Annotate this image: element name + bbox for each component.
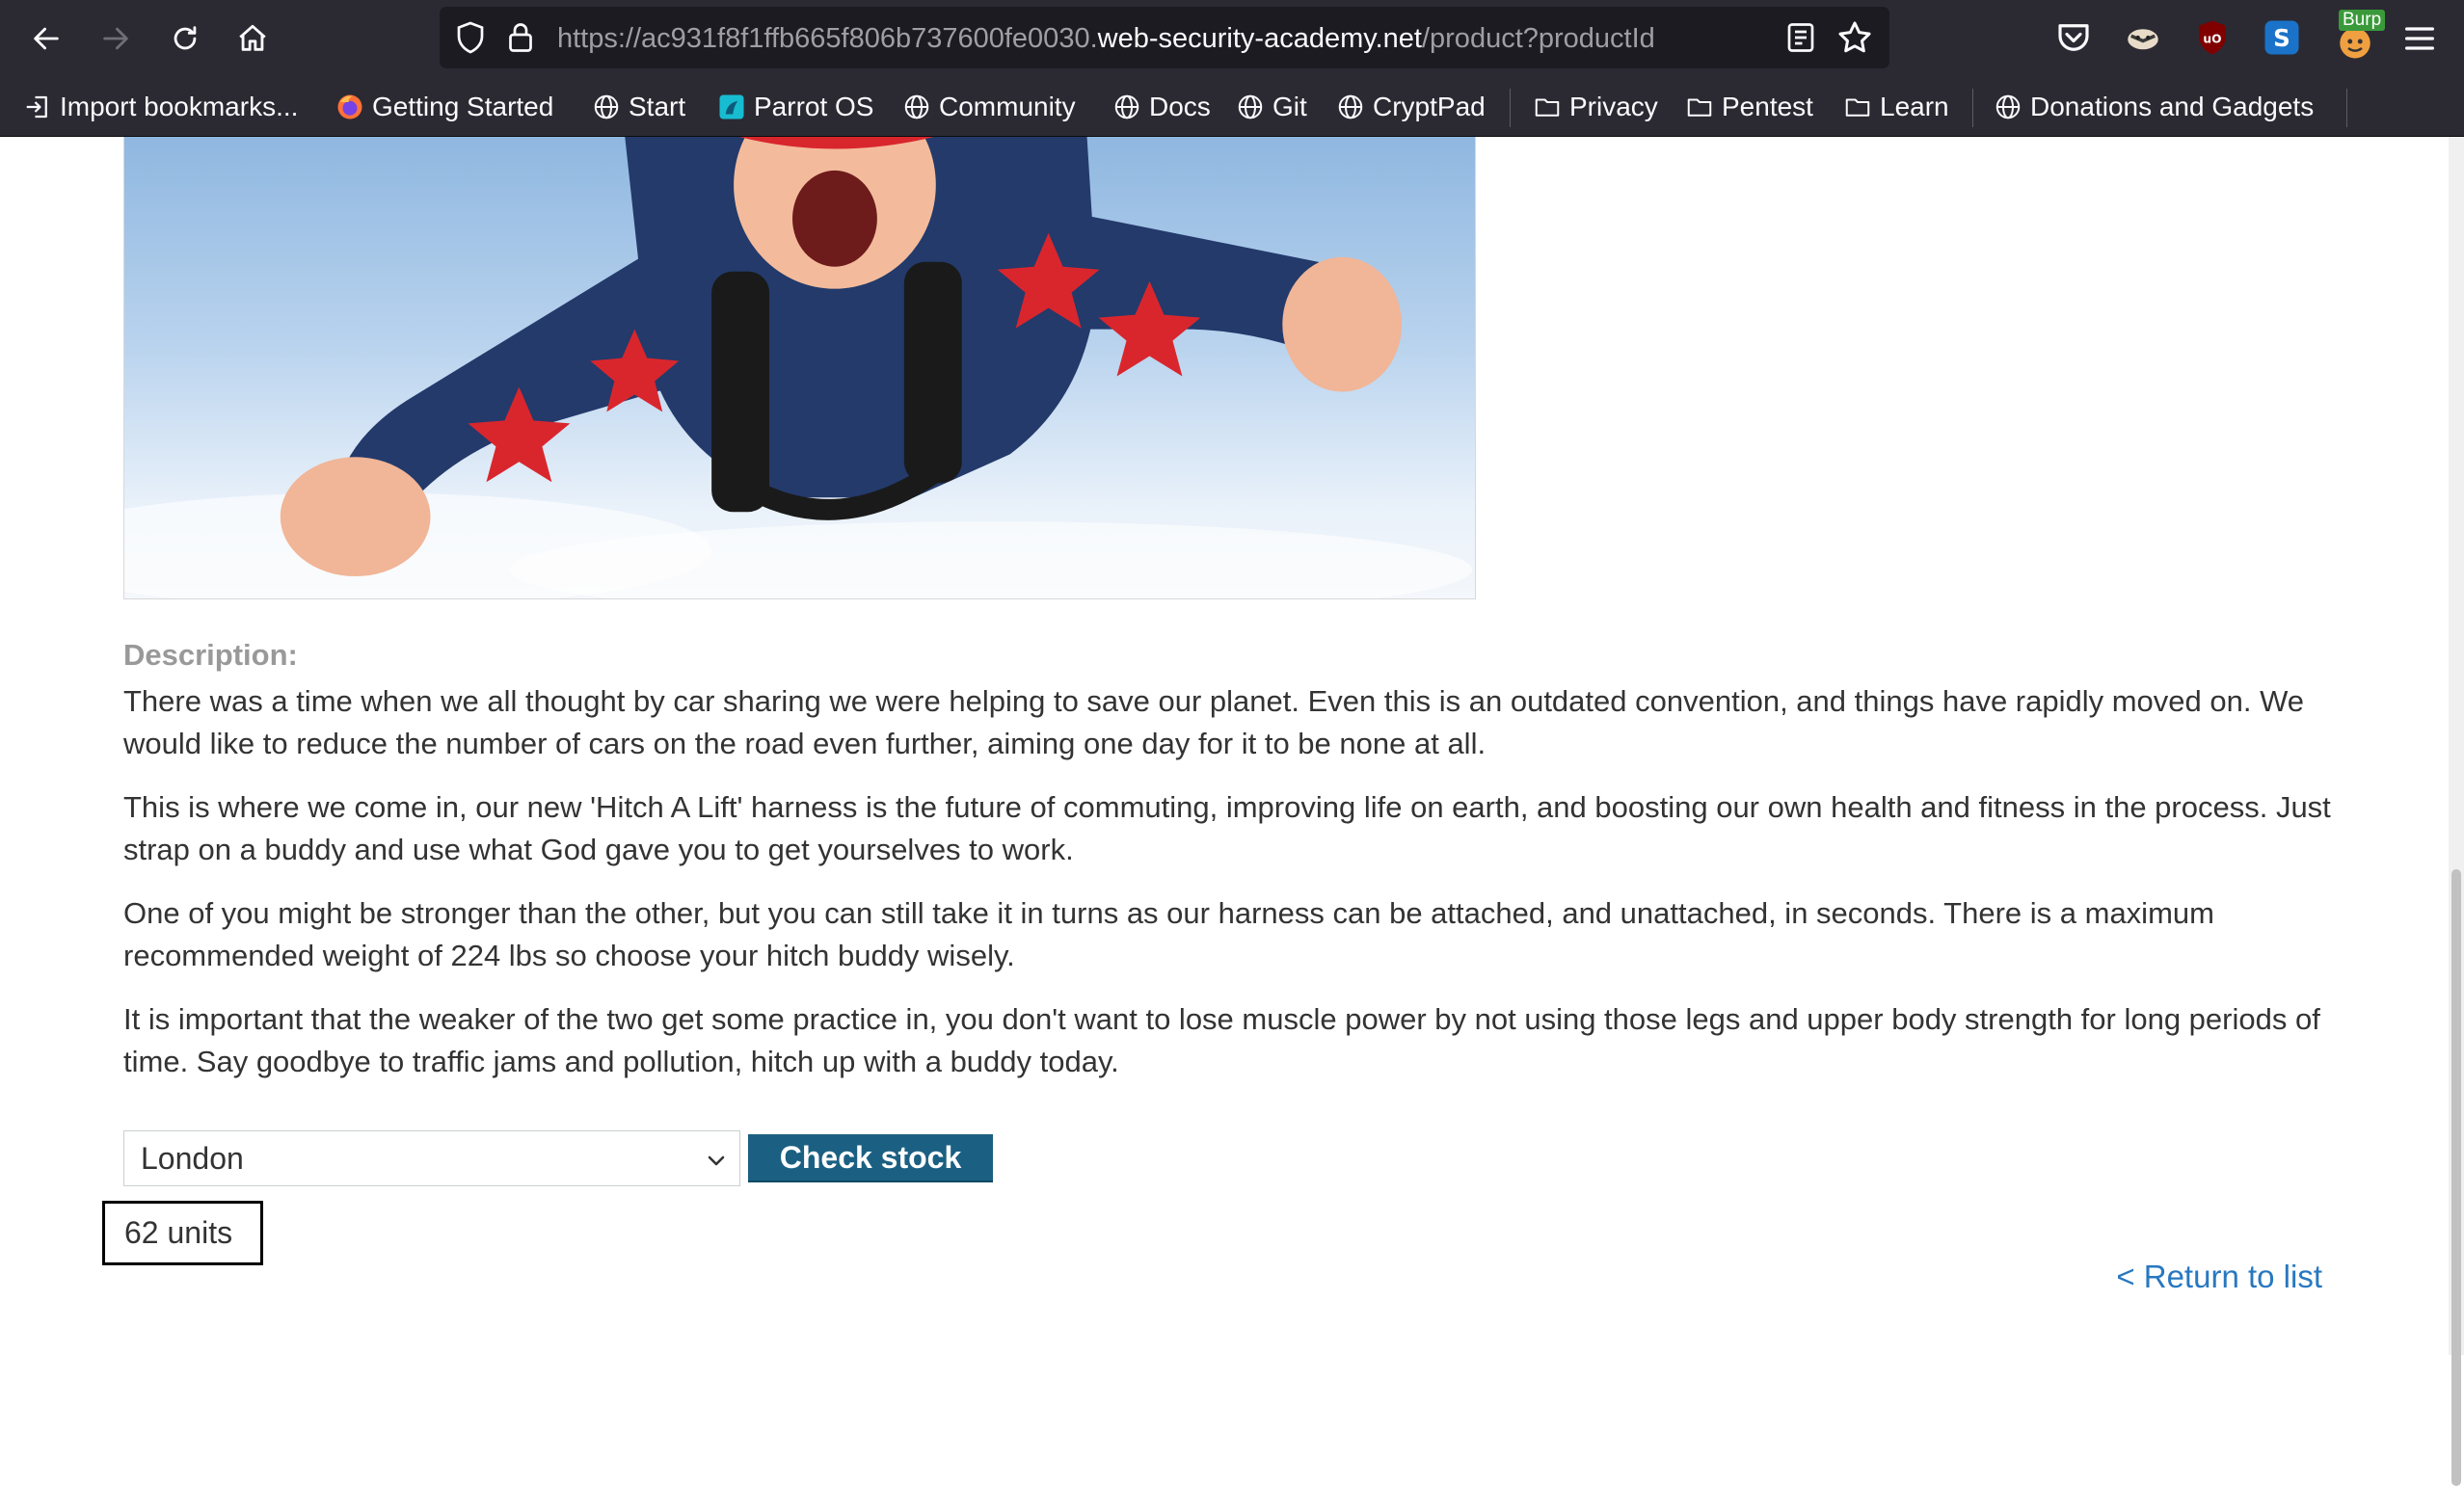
bookmark-getting-started[interactable]: Getting Started (335, 83, 553, 131)
bookmark-folder-learn[interactable]: Learn (1843, 83, 1949, 131)
bookmark-community[interactable]: Community (902, 83, 1076, 131)
svg-text:uO: uO (2203, 32, 2221, 45)
globe-icon (1995, 94, 2021, 119)
forward-arrow-icon (103, 27, 128, 50)
home-icon (239, 24, 266, 51)
globe-icon (904, 94, 929, 119)
bookmark-label: Start (629, 92, 686, 121)
scrollbar-thumb[interactable] (2451, 869, 2461, 1486)
parrot-icon (719, 94, 744, 119)
bookmark-label: Donations and Gadgets (2030, 92, 2315, 121)
bookmark-separator (1972, 89, 1973, 127)
url-text[interactable]: https://ac931f8f1ffb665f806b737600fe0030… (557, 20, 1714, 57)
bookmark-label: Docs (1149, 92, 1211, 121)
skydiver-illustration (124, 137, 1472, 598)
bookmark-label: Community (939, 92, 1076, 121)
store-select[interactable]: London (123, 1130, 740, 1186)
ublock-origin-icon[interactable]: uO (2192, 17, 2233, 58)
bookmark-parrot-os[interactable]: Parrot OS (717, 83, 873, 131)
globe-icon (1114, 94, 1139, 119)
globe-icon (1338, 94, 1363, 119)
firefox-icon (337, 94, 362, 119)
bookmark-separator (2346, 89, 2347, 127)
scrollbar[interactable] (2449, 137, 2464, 1486)
forward-button[interactable] (93, 15, 139, 62)
reload-icon (174, 26, 197, 50)
bookmark-label: Git (1272, 92, 1307, 121)
url-prefix: https://ac931f8f1ffb665f806b737600fe0030… (557, 23, 1098, 54)
bookmark-label: Learn (1880, 92, 1949, 121)
lock-icon[interactable] (503, 20, 538, 55)
url-host: web-security-academy.net (1097, 23, 1422, 54)
hamburger-menu-icon[interactable] (2400, 19, 2439, 58)
bookmark-label: Privacy (1569, 92, 1658, 121)
description-label: Description: (123, 638, 298, 672)
home-button[interactable] (229, 15, 276, 62)
bookmark-docs[interactable]: Docs (1112, 83, 1211, 131)
folder-icon (1845, 98, 1870, 117)
stock-result: 62 units (102, 1201, 263, 1265)
store-select-value: London (141, 1141, 244, 1176)
tracking-protection-shield-icon[interactable] (453, 20, 488, 55)
bookmark-label: CryptPad (1373, 92, 1486, 121)
description-paragraph: It is important that the weaker of the t… (123, 1002, 2320, 1078)
folder-icon (1687, 98, 1712, 117)
pocket-icon[interactable] (2053, 17, 2094, 58)
bookmark-cryptpad[interactable]: CryptPad (1336, 83, 1486, 131)
bookmark-donations-and-gadgets[interactable]: Donations and Gadgets (1994, 83, 2314, 131)
return-to-list-link[interactable]: < Return to list (2116, 1259, 2322, 1295)
product-image (123, 137, 1476, 599)
bookmark-label: Import bookmarks... (60, 92, 299, 121)
burp-extension-button[interactable]: Burp (2331, 10, 2386, 62)
globe-icon (594, 94, 619, 119)
bookmark-star-icon[interactable] (1835, 18, 1874, 57)
folder-icon (1535, 98, 1560, 117)
reload-button[interactable] (162, 15, 208, 62)
browser-toolbar: https://ac931f8f1ffb665f806b737600fe0030… (0, 0, 2464, 77)
globe-icon (1238, 94, 1263, 119)
bookmark-label: Getting Started (372, 92, 554, 121)
description-paragraph: One of you might be stronger than the ot… (123, 896, 2214, 972)
svg-text:S: S (2273, 24, 2290, 52)
bookmark-folder-pentest[interactable]: Pentest (1685, 83, 1813, 131)
bookmark-label: Pentest (1722, 92, 1813, 121)
bookmark-git[interactable]: Git (1236, 83, 1307, 131)
extension-badger-icon[interactable] (2123, 17, 2163, 58)
bookmark-separator (1510, 89, 1511, 127)
burp-badge: Burp (2339, 10, 2386, 31)
s-extension-icon[interactable]: S (2262, 17, 2302, 58)
description-paragraph: There was a time when we all thought by … (123, 684, 2305, 760)
back-arrow-icon (34, 27, 59, 50)
check-stock-button[interactable]: Check stock (748, 1134, 993, 1182)
url-suffix: /product?productId (1421, 23, 1655, 54)
back-button[interactable] (23, 15, 69, 62)
description-paragraph: This is where we come in, our new 'Hitch… (123, 790, 2331, 866)
bookmark-label: Parrot OS (754, 92, 874, 121)
address-bar[interactable]: https://ac931f8f1ffb665f806b737600fe0030… (440, 7, 1889, 68)
bookmark-start[interactable]: Start (592, 83, 685, 131)
bookmark-import[interactable]: Import bookmarks... (23, 83, 298, 131)
chevron-down-icon (708, 1155, 725, 1166)
bookmark-folder-privacy[interactable]: Privacy (1533, 83, 1658, 131)
import-icon (26, 95, 47, 119)
reader-view-icon[interactable] (1783, 20, 1818, 55)
